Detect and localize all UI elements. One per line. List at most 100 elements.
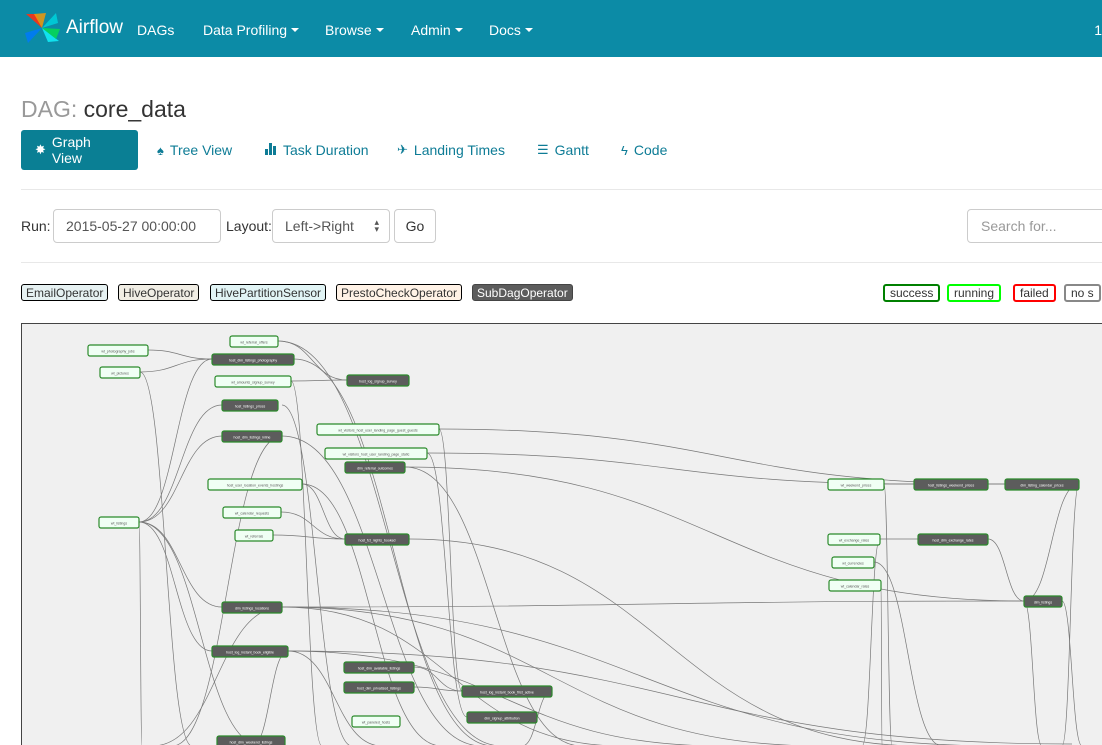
sensor-task-node[interactable]: wt_paneled_hosts <box>351 715 401 728</box>
subdag-task-node[interactable]: host_listings_prices <box>221 399 279 412</box>
subdag-task-node[interactable]: dim_referral_outcomes <box>344 461 406 474</box>
nav-dags[interactable]: DAGs <box>137 22 174 38</box>
state-label: failed <box>1020 286 1049 300</box>
tab-gantt[interactable]: ☰ Gantt <box>537 130 589 170</box>
subdag-task-node[interactable]: host_log_instant_book_first_active <box>461 685 553 698</box>
subdag-task-node[interactable]: host_dim_listings_inline <box>221 430 283 443</box>
dag-edge <box>290 379 348 382</box>
subdag-task-node[interactable]: host_log_signup_survey <box>346 374 410 387</box>
subdag-task-node[interactable]: host_dim_available_listings <box>343 661 415 674</box>
dag-graph-canvas[interactable]: wt_photography_jobs wt_pictures wt_referra… <box>21 323 1102 745</box>
task-node-label: host_dim_privatized_listings <box>357 687 401 691</box>
subdag-task-node[interactable]: host_dim_listings_photography <box>211 353 295 366</box>
dag-edge <box>404 466 578 745</box>
sensor-task-node[interactable]: wt_pictures <box>99 366 141 379</box>
nav-admin-label: Admin <box>411 22 451 38</box>
sensor-task-node[interactable]: wt_currencies <box>831 556 875 569</box>
state-label: success <box>890 286 934 300</box>
subdag-task-node[interactable]: dim_signup_attribution <box>466 711 538 724</box>
plane-icon: ✈ <box>397 142 408 157</box>
caret-down-icon <box>291 28 300 32</box>
align-left-icon: ☰ <box>537 142 549 157</box>
nav-admin[interactable]: Admin <box>411 22 463 38</box>
sensor-task-node[interactable]: wt_amounts_signup_survey <box>214 375 292 388</box>
dag-edge <box>301 483 346 540</box>
dag-edge <box>139 371 192 745</box>
dag-edge <box>1023 483 1080 602</box>
sensor-task-node[interactable]: wt_referrals <box>234 529 274 542</box>
subdag-task-node[interactable]: host_dim_privatized_listings <box>343 681 415 694</box>
dag-graph-svg[interactable]: wt_photography_jobs wt_pictures wt_referra… <box>22 324 1102 745</box>
tree-icon: ♠ <box>157 142 164 158</box>
state-running[interactable]: running <box>947 284 1002 302</box>
sensor-task-node[interactable]: wt_visitors_host_user_landing_page_stati… <box>324 447 428 460</box>
task-node-label: dim_listings <box>1034 601 1053 605</box>
tab-tree-view[interactable]: ♠ Tree View <box>157 130 232 170</box>
subdag-task-node[interactable]: host_dim_weekend_listings <box>216 735 286 745</box>
search-input[interactable]: Search for... <box>967 209 1102 243</box>
state-failed[interactable]: failed <box>1013 284 1056 302</box>
sensor-task-node[interactable]: wt_listings <box>98 516 140 529</box>
dag-edge <box>1023 600 1042 745</box>
run-date-input[interactable]: 2015-05-27 00:00:00 <box>53 209 221 243</box>
state-success[interactable]: success <box>883 284 941 302</box>
layout-select[interactable]: Left->Right ▴ ▾ <box>272 209 390 243</box>
subdag-task-node[interactable]: host_log_instant_book_eligible <box>211 645 289 658</box>
task-node-label: dim_referral_outcomes <box>357 467 393 471</box>
task-node-label: wt_referral_offers <box>240 341 267 345</box>
subdag-task-node[interactable]: dim_listings <box>1023 595 1063 608</box>
subdag-task-node[interactable]: host_fct_nights_booked <box>344 533 410 546</box>
divider <box>21 262 1102 263</box>
task-node-label: host_fct_nights_booked <box>359 539 396 543</box>
dag-edge <box>138 404 223 523</box>
sensor-task-node[interactable]: host_user_location_events_hostings <box>207 478 303 491</box>
task-node-label: host_log_instant_book_eligible <box>226 651 274 655</box>
sensor-task-node[interactable]: wt_referral_offers <box>229 335 279 348</box>
sensor-task-node[interactable]: wt_weekend_prices <box>827 478 885 491</box>
nav-data-profiling[interactable]: Data Profiling <box>203 22 300 38</box>
dag-edge <box>880 584 883 745</box>
nav-dags-label: DAGs <box>137 22 175 38</box>
task-node-label: wt_currencies <box>842 562 864 566</box>
subdag-task-node[interactable]: host_listings_weekend_prices <box>913 478 989 491</box>
select-arrows-icon: ▴ ▾ <box>374 217 379 234</box>
tab-landing-times[interactable]: ✈ Landing Times <box>397 130 505 170</box>
dag-edge <box>138 521 223 608</box>
top-navbar: Airflow DAGs Data Profiling Browse Admin… <box>0 0 1102 57</box>
legend-label: EmailOperator <box>26 285 104 300</box>
nav-docs[interactable]: Docs <box>489 22 533 38</box>
tab-graph-view[interactable]: ✸ Graph View <box>21 130 138 170</box>
subdag-task-node[interactable]: dim_listing_calendar_prices <box>1004 478 1080 491</box>
dag-edge <box>138 521 213 652</box>
dag-edge <box>883 483 893 745</box>
dag-edge <box>987 538 1025 602</box>
task-node-label: host_listings_prices <box>235 405 266 409</box>
dag-edge <box>139 358 213 373</box>
dag-edge <box>253 650 289 745</box>
divider <box>21 189 1102 190</box>
dag-edge <box>438 428 1006 485</box>
task-node-label: dim_signup_attribution <box>484 717 519 721</box>
sensor-task-node[interactable]: wt_calendar_rates <box>828 579 882 592</box>
dag-edge <box>138 358 213 523</box>
tab-task-duration[interactable]: Task Duration <box>265 130 369 170</box>
sensor-task-node[interactable]: wt_exchange_rates <box>827 533 881 546</box>
dag-edge <box>862 538 881 745</box>
tab-code-label: Code <box>633 142 668 158</box>
dag-edge <box>147 349 213 360</box>
layout-label: Layout: <box>226 218 272 234</box>
go-button[interactable]: Go <box>394 209 436 243</box>
state-no-status[interactable]: no s <box>1064 284 1101 302</box>
sensor-task-node[interactable]: wt_calendar_requests <box>222 506 282 519</box>
sensor-task-node[interactable]: wt_visitors_host_user_landing_page_guest… <box>316 423 440 436</box>
tab-code[interactable]: ϟ Code <box>621 130 667 170</box>
state-label: running <box>954 286 995 300</box>
legend-label: HivePartitionSensor <box>215 285 322 300</box>
dag-edge <box>138 521 259 745</box>
sensor-task-node[interactable]: wt_photography_jobs <box>87 344 149 357</box>
task-node-label: wt_weekend_prices <box>841 484 872 488</box>
brand-link[interactable]: Airflow <box>22 11 123 45</box>
subdag-task-node[interactable]: dim_listings_locations <box>221 601 283 614</box>
nav-browse[interactable]: Browse <box>325 22 384 38</box>
subdag-task-node[interactable]: host_dim_exchange_rates <box>917 533 989 546</box>
